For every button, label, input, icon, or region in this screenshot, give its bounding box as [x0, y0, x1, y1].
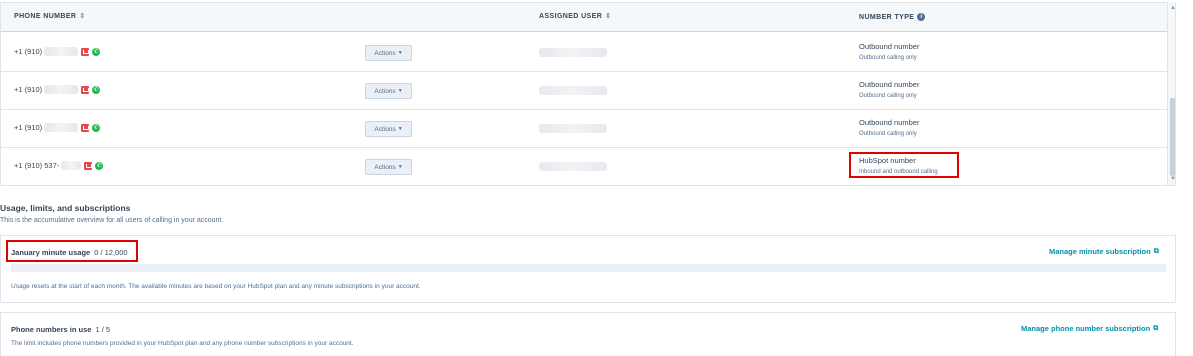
scroll-up-icon[interactable]: ▲ [1170, 5, 1175, 11]
recording-icon [84, 161, 93, 170]
phone-numbers-value: 1 / 5 [95, 325, 111, 334]
actions-label: Actions [374, 125, 396, 133]
column-header-assigned-user-label: ASSIGNED USER [539, 13, 603, 20]
actions-dropdown-button[interactable]: Actions ▼ [365, 159, 412, 175]
column-header-number-type: NUMBER TYPE i [859, 13, 926, 21]
phone-number-text: +1 (910) 537- [14, 161, 60, 170]
assigned-user-redacted [539, 86, 607, 95]
phone-numbers-table: PHONE NUMBER ⇕ ASSIGNED USER ⇕ NUMBER TY… [0, 2, 1176, 186]
number-type-cell: Outbound number Outbound calling only [859, 80, 919, 99]
sort-icon[interactable]: ⇕ [605, 13, 611, 20]
actions-label: Actions [374, 163, 396, 171]
table-row: +1 (910) 537- ✆ Actions ▼ HubSpot number… [1, 148, 1167, 185]
actions-label: Actions [374, 49, 396, 57]
number-type-description: Outbound calling only [859, 55, 917, 61]
external-link-icon: ⧉ [1153, 247, 1159, 255]
table-row: +1 (910) ✆ Actions ▼ Outbound number Out… [1, 72, 1167, 110]
table-row: +1 (910) ✆ Actions ▼ Outbound number Out… [1, 34, 1167, 72]
phone-number-text: +1 (910) [14, 123, 43, 132]
actions-dropdown-button[interactable]: Actions ▼ [365, 83, 412, 99]
column-header-phone-number[interactable]: PHONE NUMBER ⇕ [14, 13, 86, 20]
recording-icon [81, 47, 90, 56]
highlight-box-hubspot-number [849, 152, 959, 178]
highlight-box-minute-usage [6, 240, 138, 262]
phone-number-cell: +1 (910) ✆ [14, 47, 101, 56]
manage-minute-subscription-link[interactable]: Manage minute subscription ⧉ [1049, 247, 1159, 256]
info-icon[interactable]: i [917, 13, 926, 21]
assigned-user-redacted [539, 124, 607, 133]
redacted-digits [44, 85, 79, 94]
phone-numbers-card: Phone numbers in use 1 / 5 Manage phone … [0, 312, 1176, 356]
minute-usage-note: Usage resets at the start of each month.… [11, 283, 421, 290]
recording-icon [81, 85, 90, 94]
number-type-label: Outbound number [859, 42, 920, 51]
phone-numbers-title: Phone numbers in use [11, 325, 92, 334]
actions-dropdown-button[interactable]: Actions ▼ [365, 121, 412, 137]
table-row: +1 (910) ✆ Actions ▼ Outbound number Out… [1, 110, 1167, 148]
caret-down-icon: ▼ [397, 50, 403, 56]
phone-call-icon: ✆ [95, 161, 104, 170]
recording-icon [81, 123, 90, 132]
table-header: PHONE NUMBER ⇕ ASSIGNED USER ⇕ NUMBER TY… [1, 2, 1167, 32]
phone-call-icon: ✆ [92, 85, 101, 94]
caret-down-icon: ▼ [397, 126, 403, 132]
caret-down-icon: ▼ [397, 88, 403, 94]
phone-call-icon: ✆ [92, 123, 101, 132]
manage-phone-number-subscription-label: Manage phone number subscription [1021, 324, 1151, 333]
manage-phone-number-subscription-link[interactable]: Manage phone number subscription ⧉ [1021, 324, 1158, 333]
assigned-user-redacted [539, 48, 607, 57]
phone-numbers-note: The limit includes phone numbers provide… [11, 340, 354, 347]
number-type-cell: Outbound number Outbound calling only [859, 42, 919, 61]
redacted-digits [44, 123, 79, 132]
phone-number-text: +1 (910) [14, 47, 43, 56]
scroll-down-icon[interactable]: ▼ [1170, 176, 1175, 182]
minute-usage-progress-bar [11, 264, 1166, 272]
table-scrollbar[interactable]: ▲ ▼ [1167, 2, 1175, 185]
scrollbar-thumb[interactable] [1170, 98, 1175, 176]
number-type-description: Outbound calling only [859, 93, 917, 99]
usage-section-title: Usage, limits, and subscriptions [0, 203, 131, 213]
actions-dropdown-button[interactable]: Actions ▼ [365, 45, 412, 61]
number-type-cell: Outbound number Outbound calling only [859, 118, 919, 137]
phone-numbers-label: Phone numbers in use 1 / 5 [11, 325, 110, 334]
phone-number-cell: +1 (910) 537- ✆ [14, 161, 104, 170]
redacted-digits [61, 161, 82, 170]
number-type-label: Outbound number [859, 118, 920, 127]
caret-down-icon: ▼ [397, 164, 403, 170]
column-header-number-type-label: NUMBER TYPE [859, 13, 915, 21]
number-type-label: Outbound number [859, 80, 920, 89]
sort-icon[interactable]: ⇕ [79, 13, 85, 20]
usage-section-description: This is the accumulative overview for al… [0, 217, 224, 224]
redacted-digits [44, 47, 79, 56]
phone-call-icon: ✆ [92, 47, 101, 56]
minute-usage-card: January minute usage 0 / 12,000 Manage m… [0, 235, 1176, 303]
phone-number-cell: +1 (910) ✆ [14, 85, 101, 94]
external-link-icon: ⧉ [1153, 324, 1159, 332]
column-header-phone-number-label: PHONE NUMBER [14, 13, 77, 20]
actions-label: Actions [374, 87, 396, 95]
number-type-description: Outbound calling only [859, 131, 917, 137]
phone-number-cell: +1 (910) ✆ [14, 123, 101, 132]
column-header-assigned-user[interactable]: ASSIGNED USER ⇕ [539, 13, 611, 20]
manage-minute-subscription-label: Manage minute subscription [1049, 247, 1151, 256]
assigned-user-redacted [539, 162, 607, 171]
phone-number-text: +1 (910) [14, 85, 43, 94]
